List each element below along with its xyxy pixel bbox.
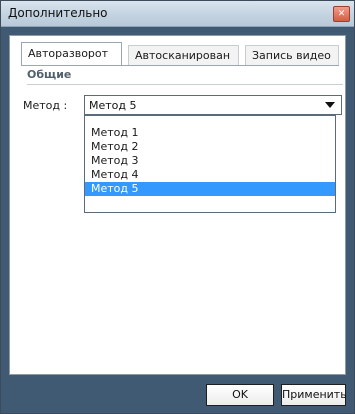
tab-autorotate[interactable]: Авторазворот	[21, 42, 122, 65]
method-selected-value: Метод 5	[89, 99, 137, 112]
method-dropdown-list: Метод 1 Метод 2 Метод 3 Метод 4 Метод 5	[84, 115, 336, 213]
tab-strip: Авторазворот Автосканирован Запись видео	[21, 41, 339, 65]
tab-divider	[21, 65, 339, 66]
group-title: Общие	[27, 68, 72, 81]
method-label: Метод :	[23, 99, 68, 112]
dropdown-option-5[interactable]: Метод 5	[85, 182, 335, 196]
ok-button[interactable]: OK	[206, 384, 274, 406]
close-icon[interactable]: ✕	[333, 6, 350, 22]
dropdown-option-4[interactable]: Метод 4	[85, 168, 335, 182]
chevron-down-icon[interactable]	[325, 102, 335, 108]
tab-autoscan[interactable]: Автосканирован	[128, 45, 239, 65]
window-title: Дополнительно	[8, 6, 108, 20]
dropdown-option-1[interactable]: Метод 1	[85, 126, 335, 140]
method-select[interactable]: Метод 5	[84, 95, 342, 115]
dropdown-option-2[interactable]: Метод 2	[85, 140, 335, 154]
apply-button[interactable]: Применить	[281, 384, 347, 406]
dropdown-option-3[interactable]: Метод 3	[85, 154, 335, 168]
group-separator	[27, 84, 343, 85]
dialog-window: Дополнительно ✕ Авторазворот Автосканиро…	[0, 0, 355, 414]
title-bar[interactable]: Дополнительно ✕	[1, 1, 354, 27]
tab-video-recording[interactable]: Запись видео	[245, 45, 339, 65]
